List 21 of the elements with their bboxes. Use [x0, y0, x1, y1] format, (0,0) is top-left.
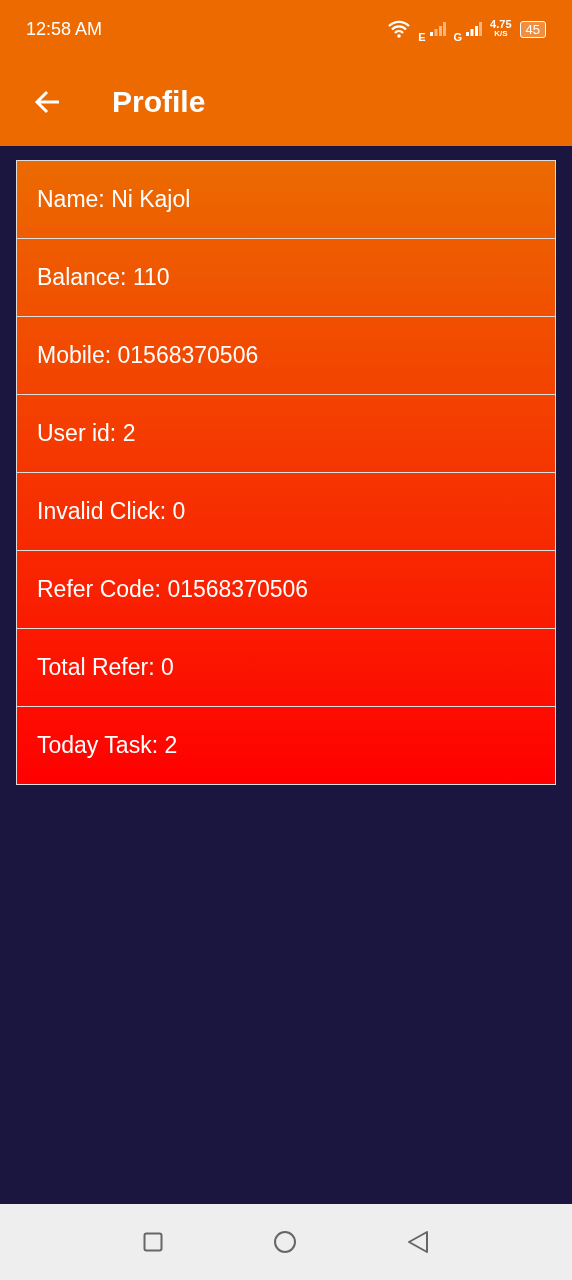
clock-time: 12:58 AM — [26, 18, 103, 40]
recents-button[interactable] — [143, 1232, 163, 1252]
wifi-icon — [388, 20, 411, 38]
profile-field: Balance: 110 — [37, 264, 170, 291]
profile-field: Invalid Click: 0 — [37, 498, 186, 525]
network-type: E — [418, 31, 426, 43]
profile-field: User id: 2 — [37, 420, 136, 447]
profile-field: Name: Ni Kajol — [37, 186, 191, 213]
profile-field: Today Task: 2 — [37, 732, 178, 759]
signal-icon — [429, 22, 446, 36]
back-button[interactable] — [407, 1230, 429, 1254]
home-button[interactable] — [273, 1230, 297, 1254]
battery-level: 45 — [519, 20, 546, 38]
profile-field: Mobile: 01568370506 — [37, 342, 259, 369]
signal-icon — [466, 22, 483, 36]
page-title: Profile — [112, 85, 206, 119]
network-type: G — [453, 31, 463, 43]
profile-field: Total Refer: 0 — [37, 654, 174, 681]
speed-unit: K/S — [494, 29, 508, 39]
network-speed: 4.75 — [490, 19, 512, 29]
profile-field: Refer Code: 01568370506 — [37, 576, 309, 603]
